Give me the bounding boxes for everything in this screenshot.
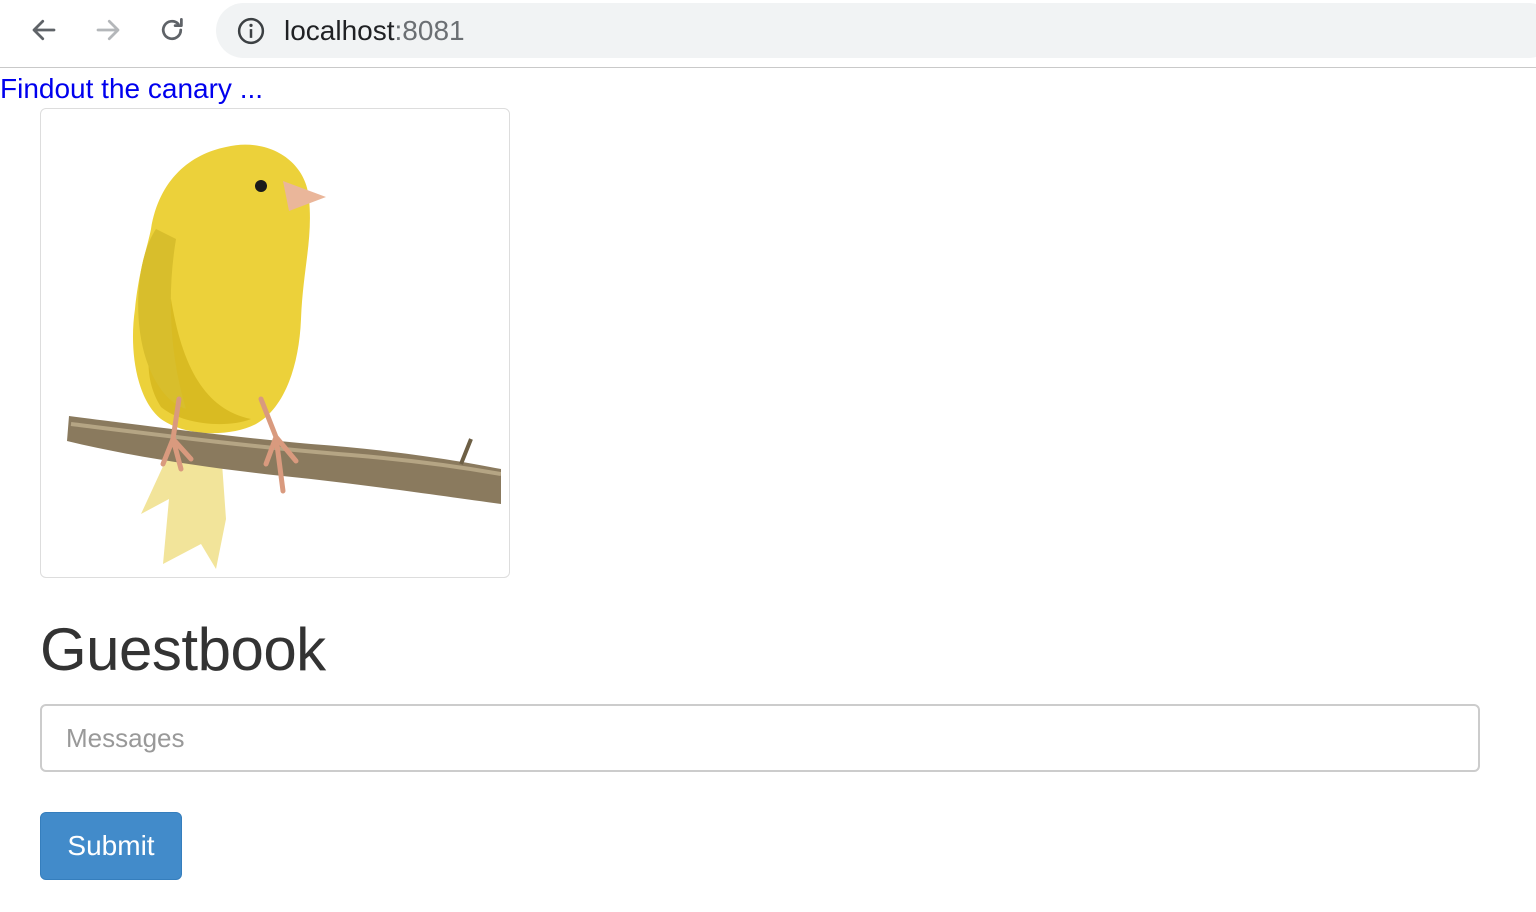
forward-button[interactable]	[88, 10, 128, 50]
canary-link[interactable]: Findout the canary ...	[0, 72, 263, 106]
url-port: :8081	[394, 15, 465, 46]
canary-image	[40, 108, 510, 578]
reload-icon	[161, 18, 183, 41]
arrow-left-icon	[32, 19, 56, 41]
back-button[interactable]	[24, 10, 64, 50]
canary-illustration	[67, 144, 501, 569]
info-icon[interactable]	[236, 16, 266, 46]
address-url[interactable]: localhost:8081	[284, 15, 465, 47]
message-input[interactable]	[40, 704, 1480, 772]
branch-twig	[459, 438, 473, 465]
address-bar[interactable]: localhost:8081	[216, 3, 1536, 58]
url-host: localhost	[284, 15, 395, 46]
submit-button[interactable]: Submit	[40, 812, 182, 880]
canary-eye	[255, 180, 267, 192]
page-title: Guestbook	[40, 616, 326, 683]
arrow-right-icon	[96, 19, 120, 41]
browser-toolbar: localhost:8081	[0, 0, 1536, 68]
reload-button[interactable]	[152, 10, 192, 50]
